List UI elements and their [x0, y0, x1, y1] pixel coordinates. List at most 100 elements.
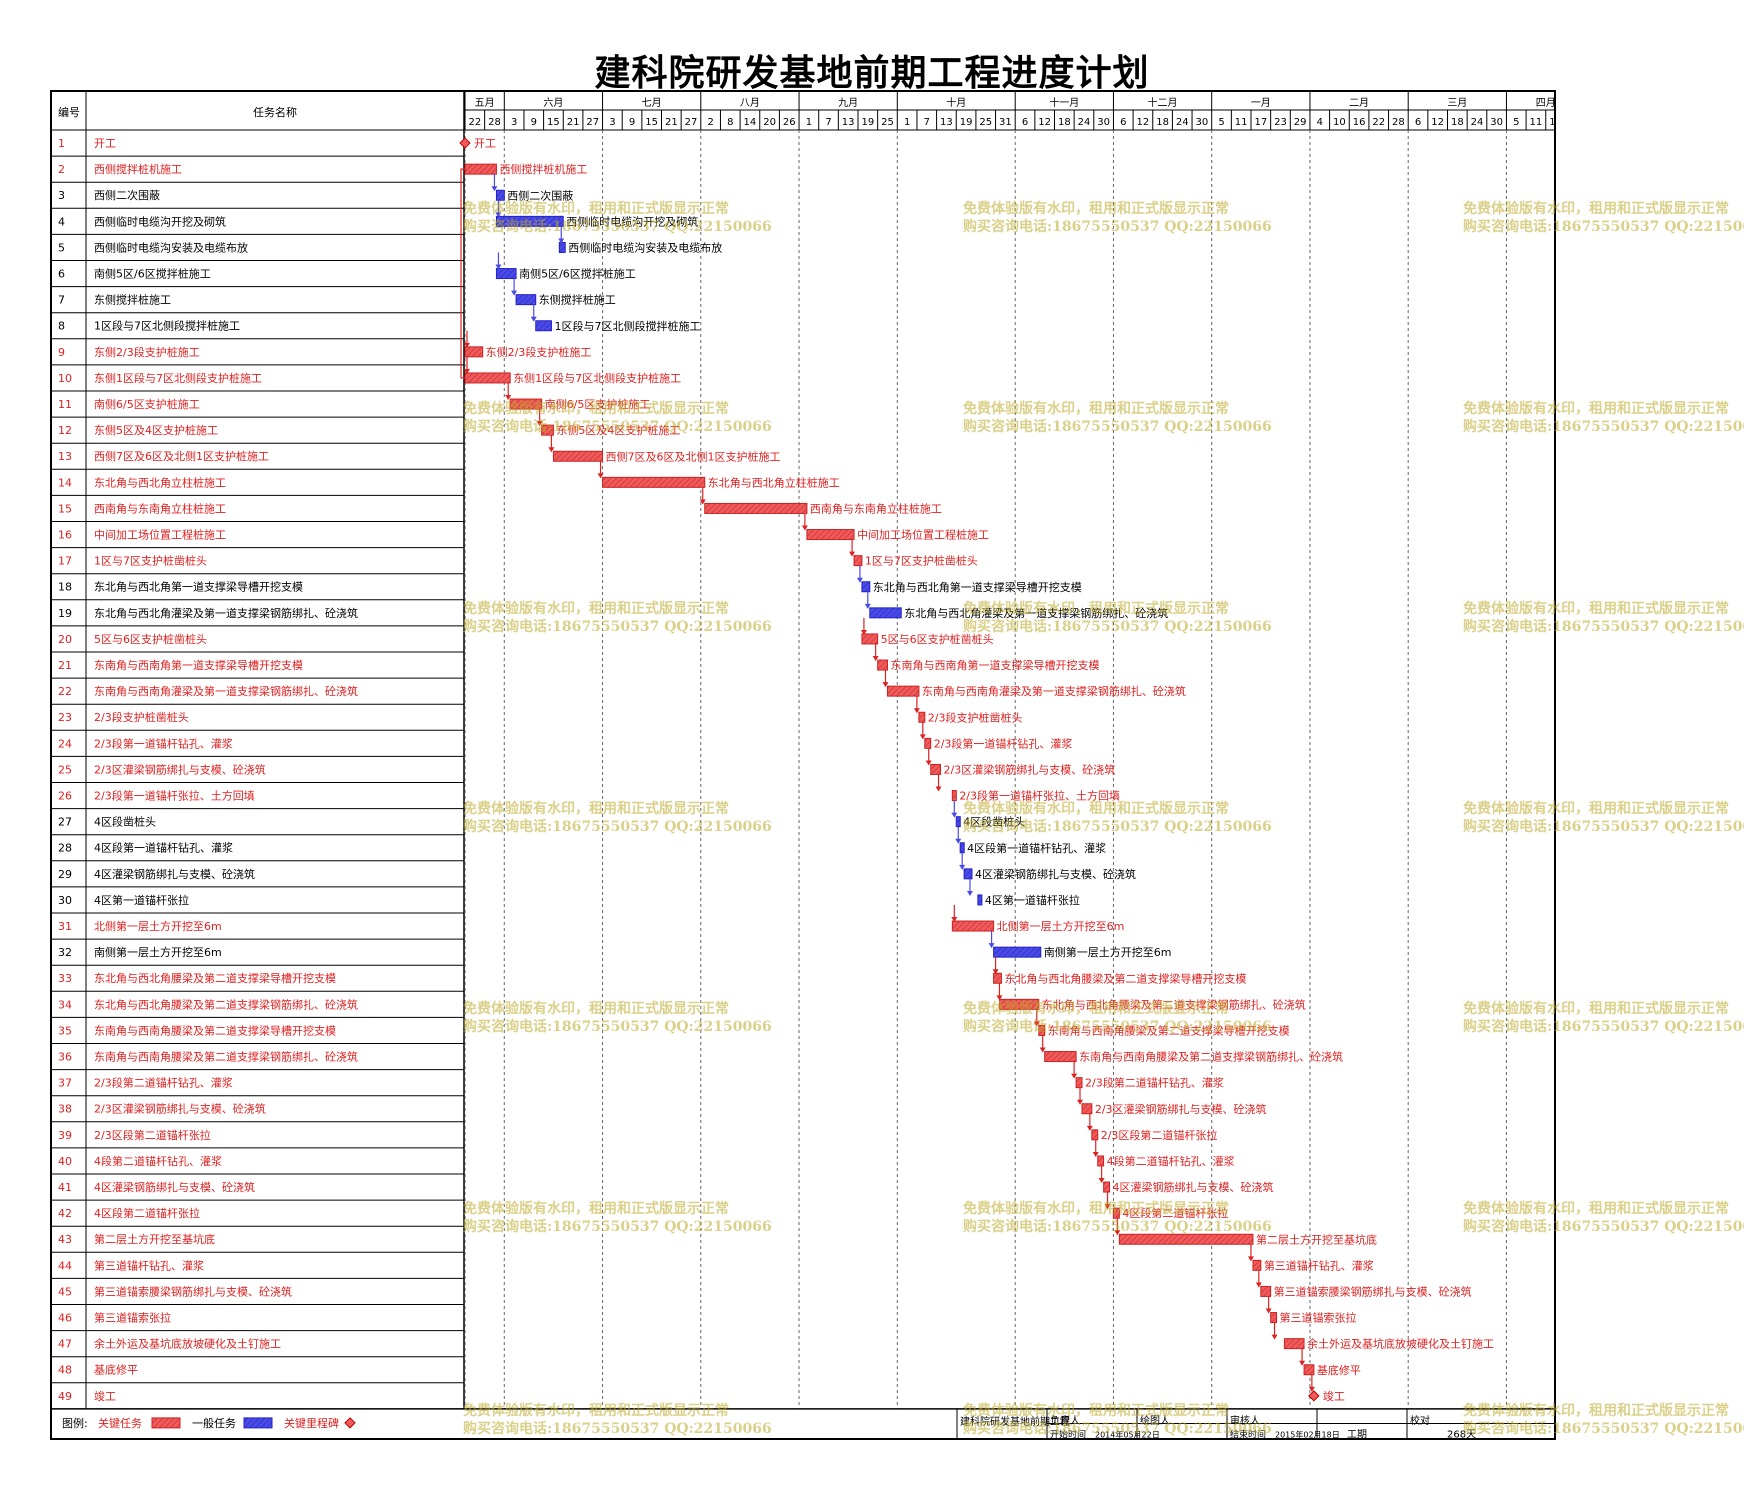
- task-id: 46: [58, 1312, 72, 1325]
- week-label: 3: [511, 117, 517, 128]
- bar-label: 2/3段第一道锚杆张拉、土方回填: [959, 789, 1120, 803]
- week-label: 13: [842, 117, 855, 128]
- dependency-arrowhead: [1104, 1204, 1111, 1210]
- task-bar: [541, 424, 554, 436]
- task-id: 1: [58, 137, 65, 150]
- task-bar: [495, 215, 564, 227]
- task-id: 17: [58, 555, 72, 568]
- task-id: 45: [58, 1285, 72, 1298]
- legend-label: 图例:: [62, 1416, 88, 1430]
- week-label: 24: [1471, 117, 1484, 128]
- task-name: 4段第二道锚杆钻孔、灌浆: [94, 1154, 222, 1168]
- week-label: 31: [999, 117, 1012, 128]
- task-name: 东侧1区段与7区北侧段支护桩施工: [94, 371, 262, 385]
- task-bar: [1260, 1285, 1272, 1297]
- bar-label: 2/3区灌梁钢筋绑扎与支模、砼浇筑: [944, 762, 1116, 776]
- task-name: 4区灌梁钢筋绑扎与支模、砼浇筑: [94, 1180, 255, 1194]
- task-id: 28: [58, 842, 72, 855]
- dependency-arrowhead: [935, 786, 942, 792]
- legend-normal-swatch: [243, 1417, 273, 1429]
- legend-critical-swatch: [151, 1417, 181, 1429]
- task-bar: [464, 163, 497, 175]
- page-title: 建科院研发基地前期工程进度计划: [594, 52, 1150, 94]
- month-label: 四月: [1536, 97, 1554, 109]
- task-id: 44: [58, 1259, 72, 1272]
- footer-reviewer: 审核人: [1230, 1414, 1260, 1427]
- task-name: 西侧二次围蔽: [94, 188, 160, 202]
- month-label: 十月: [946, 96, 966, 109]
- task-name: 5区与6区支护桩凿桩头: [94, 632, 207, 646]
- task-name: 东侧2/3段支护桩施工: [94, 345, 200, 359]
- header-id: 编号: [58, 105, 80, 119]
- task-name: 开工: [94, 137, 116, 150]
- task-id: 48: [58, 1364, 72, 1377]
- task-name: 4区段凿桩头: [94, 815, 156, 829]
- week-label: 18: [1156, 117, 1169, 128]
- task-id: 4: [58, 215, 65, 228]
- bar-label: 东南角与西南角腰梁及第二道支撑梁导槽开挖支模: [1048, 1023, 1290, 1037]
- bar-label: 5区与6区支护桩凿桩头: [881, 632, 994, 646]
- task-bar: [861, 633, 879, 645]
- task-id: 11: [58, 398, 72, 411]
- task-name: 基底修平: [94, 1363, 138, 1377]
- task-bar: [951, 790, 957, 802]
- task-name: 2/3段支护桩凿桩头: [94, 710, 189, 724]
- task-id: 34: [58, 998, 72, 1011]
- task-bar: [535, 320, 552, 332]
- task-id: 22: [58, 685, 72, 698]
- bar-label: 竣工: [1323, 1389, 1345, 1403]
- task-id: 37: [58, 1077, 72, 1090]
- task-name: 第二层土方开挖至基坑底: [94, 1232, 215, 1246]
- task-bar: [515, 294, 537, 306]
- footer-start-value: 2014年05月22日: [1095, 1429, 1160, 1438]
- week-label: 7: [825, 117, 831, 128]
- week-label: 28: [1392, 117, 1405, 128]
- week-label: 15: [645, 117, 658, 128]
- task-name: 南侧第一层土方开挖至6m: [94, 945, 222, 959]
- task-bar: [509, 398, 543, 410]
- task-name: 东北角与西北角立柱桩施工: [94, 475, 226, 489]
- week-label: 21: [567, 117, 580, 128]
- bar-label: 南侧6/5区支护桩施工: [545, 397, 651, 411]
- task-bar: [877, 659, 888, 671]
- bar-label: 东侧2/3段支护桩施工: [486, 345, 592, 359]
- week-label: 5: [1513, 117, 1519, 128]
- task-name: 南侧6/5区支护桩施工: [94, 397, 200, 411]
- task-bar: [1081, 1103, 1093, 1115]
- week-label: 23: [1274, 117, 1287, 128]
- week-label: 9: [531, 117, 537, 128]
- task-name: 第三道锚索腰梁钢筋绑扎与支模、砼浇筑: [94, 1284, 292, 1298]
- week-label: 3: [609, 117, 615, 128]
- bar-label: 4区段第二道锚杆张拉: [1122, 1206, 1228, 1220]
- task-id: 24: [58, 737, 72, 750]
- bar-label: 2/3段第二道锚杆钻孔、灌浆: [1085, 1076, 1224, 1090]
- bar-label: 2/3区段第二道锚杆张拉: [1101, 1128, 1218, 1142]
- task-name: 西侧7区及6区及北侧1区支护桩施工: [94, 449, 269, 463]
- task-id: 3: [58, 189, 65, 202]
- week-label: 18: [1451, 117, 1464, 128]
- week-label: 17: [1254, 117, 1267, 128]
- bar-label: 西侧二次围蔽: [507, 188, 573, 202]
- task-id: 13: [58, 450, 72, 463]
- task-bar: [930, 763, 942, 775]
- week-label: 30: [1097, 117, 1110, 128]
- task-id: 27: [58, 816, 72, 829]
- bar-label: 余土外运及基坑底放坡硬化及土钉施工: [1307, 1337, 1494, 1351]
- week-label: 4: [1317, 117, 1323, 128]
- week-label: 12: [1038, 117, 1051, 128]
- bar-label: 第三道锚索张拉: [1280, 1311, 1357, 1325]
- task-id: 39: [58, 1129, 72, 1142]
- task-bar: [806, 529, 855, 541]
- bar-label: 4区第一道锚杆张拉: [985, 893, 1080, 907]
- header-task-name: 任务名称: [253, 105, 297, 119]
- week-label: 21: [665, 117, 678, 128]
- task-bar: [1038, 1024, 1046, 1036]
- month-label: 八月: [740, 97, 760, 109]
- bar-label: 南侧第一层土方开挖至6m: [1044, 945, 1172, 959]
- task-id: 9: [58, 346, 65, 359]
- bar-label: 2/3区灌梁钢筋绑扎与支模、砼浇筑: [1095, 1102, 1267, 1116]
- week-label: 19: [960, 117, 973, 128]
- bar-label: 西侧临时电缆沟开挖及砌筑: [566, 214, 698, 228]
- task-name: 东南角与西南角第一道支撑梁导槽开挖支模: [94, 658, 303, 672]
- task-id: 7: [58, 294, 65, 307]
